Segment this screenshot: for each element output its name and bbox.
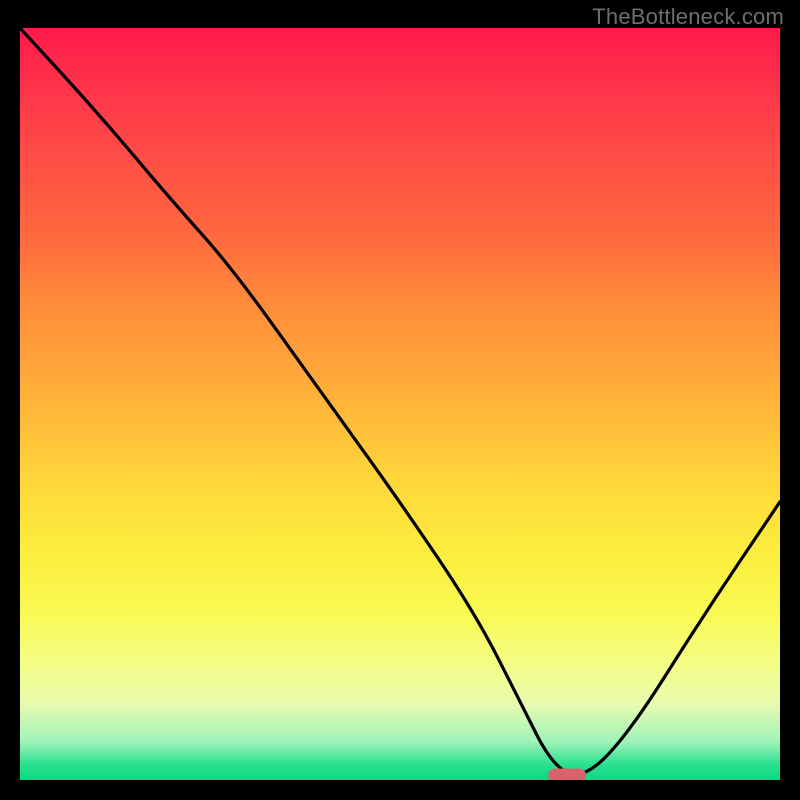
watermark-text: TheBottleneck.com (592, 4, 784, 30)
optimal-point-marker (548, 768, 586, 780)
chart-plot-area (20, 28, 780, 780)
bottleneck-curve-line (20, 28, 780, 774)
chart-svg (20, 28, 780, 780)
